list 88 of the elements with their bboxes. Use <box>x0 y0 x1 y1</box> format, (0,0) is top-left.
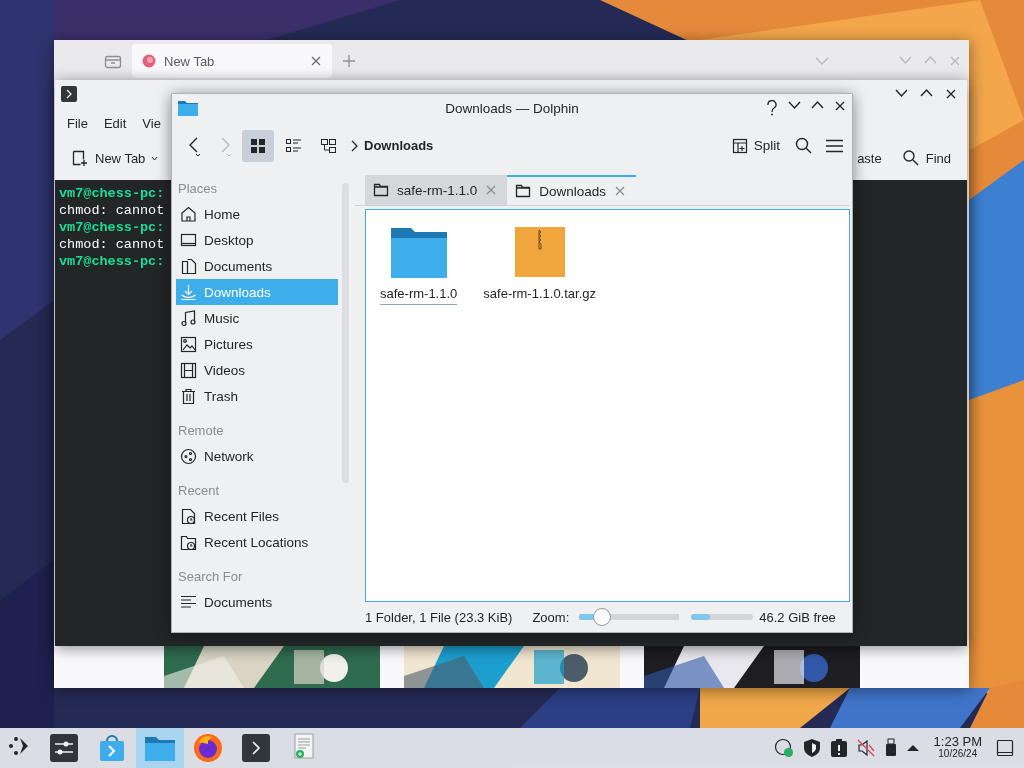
home-icon <box>180 205 197 223</box>
archive-icon <box>513 224 566 280</box>
search-icon <box>901 149 920 167</box>
shield-icon[interactable] <box>801 738 822 758</box>
picture-icon <box>180 335 197 353</box>
sidebar-item[interactable]: Documents <box>176 253 338 279</box>
help-icon[interactable] <box>766 100 778 116</box>
folder-icon <box>515 183 532 199</box>
shell-prompt: vm7@chess-pc: <box>59 219 165 236</box>
terminal-icon <box>61 86 77 102</box>
details-view-icon <box>285 137 301 154</box>
tree-view-icon <box>320 137 336 154</box>
clock-time[interactable]: 1:23 PM <box>933 736 982 748</box>
archive-entry[interactable]: safe-rm-1.1.0.tar.gz <box>481 222 599 306</box>
sidebar-item[interactable]: Trash <box>176 383 338 409</box>
section-header: Search For <box>177 568 244 586</box>
browser-tab[interactable]: New Tab <box>132 44 332 78</box>
network-icon[interactable] <box>773 738 794 758</box>
split-view-icon <box>731 137 748 154</box>
music-icon <box>180 309 197 327</box>
network-icon <box>180 447 197 465</box>
terminal-output: chmod: cannot <box>59 202 165 219</box>
document-icon <box>180 257 197 275</box>
fox-icon <box>142 54 156 68</box>
download-icon <box>180 283 197 301</box>
desktop-icon <box>180 231 197 249</box>
show-desktop-icon[interactable] <box>996 739 1014 757</box>
menu-item[interactable]: Edit <box>95 115 135 131</box>
minimize-icon[interactable] <box>895 88 908 98</box>
sidebar-item[interactable]: Network <box>176 443 338 469</box>
expand-tray-icon[interactable] <box>905 743 920 753</box>
close-icon[interactable] <box>834 100 846 112</box>
window-title: Downloads — Dolphin <box>445 100 579 116</box>
clock-date[interactable]: 10/26/24 <box>938 748 978 760</box>
terminal-icon <box>241 733 271 763</box>
settings-icon <box>49 733 79 763</box>
menu-item[interactable]: Vie <box>134 115 169 131</box>
split-button[interactable]: Split <box>725 133 786 158</box>
menu-icon <box>825 138 843 153</box>
slider-handle[interactable] <box>593 608 612 626</box>
chevron-right-icon <box>351 139 358 152</box>
clipboard-icon[interactable] <box>829 738 848 758</box>
terminal-output: chmod: cannot <box>59 236 165 253</box>
maximize-icon[interactable] <box>811 100 824 110</box>
section-header: Places <box>177 180 219 198</box>
close-icon[interactable] <box>945 88 957 100</box>
disk-space-bar <box>691 614 754 620</box>
folder-icon <box>178 100 198 116</box>
folder-entry[interactable]: safe-rm-1.1.0 <box>378 222 460 307</box>
trash-icon <box>180 387 197 405</box>
zoom-label: Zoom: <box>532 609 570 625</box>
fox-icon <box>193 733 223 763</box>
toolbar-button[interactable]: Find <box>895 145 957 171</box>
menu-item[interactable]: File <box>59 115 96 131</box>
recent-folder-icon <box>180 533 197 551</box>
folder-icon <box>373 182 389 198</box>
bag-icon <box>97 733 127 763</box>
shell-prompt: vm7@chess-pc: <box>59 185 165 202</box>
toolbar-button[interactable]: aste <box>851 146 888 170</box>
tab[interactable]: safe-rm-1.1.0 <box>365 175 508 205</box>
breadcrumb[interactable]: Downloads <box>351 138 434 153</box>
sidebar-item[interactable]: Home <box>176 201 338 227</box>
film-icon <box>180 361 197 379</box>
section-header: Remote <box>177 422 225 440</box>
usb-drive-icon[interactable] <box>883 738 898 758</box>
section-header: Recent <box>177 482 221 500</box>
sidebar-item[interactable]: Pictures <box>176 331 338 357</box>
sidebar-item[interactable]: Recent Locations <box>176 529 338 555</box>
status-text: 1 Folder, 1 File (23.3 KiB) <box>365 609 513 625</box>
view-mode-button[interactable] <box>242 129 274 162</box>
toolbar-button[interactable]: New Tab <box>65 145 165 171</box>
recent-file-icon <box>180 507 197 525</box>
text-lines-icon <box>180 593 197 611</box>
sidebar-item[interactable]: Recent Files <box>176 503 338 529</box>
icons-view-icon <box>250 137 266 154</box>
shell-prompt: vm7@chess-pc: <box>59 253 165 270</box>
search-icon <box>794 137 812 154</box>
sidebar-item[interactable]: Documents <box>176 589 338 615</box>
free-space-text: 46.2 GiB free <box>759 609 836 625</box>
sidebar-item[interactable]: Videos <box>176 357 338 383</box>
minimize-icon[interactable] <box>788 100 801 110</box>
muted-speaker-icon[interactable] <box>855 738 876 758</box>
sidebar-item[interactable]: Music <box>176 305 338 331</box>
sidebar-item[interactable]: Desktop <box>176 227 338 253</box>
tab-list-icon[interactable] <box>104 53 122 69</box>
caret-icon <box>151 155 159 161</box>
new-tab-icon <box>71 149 89 167</box>
maximize-icon[interactable] <box>920 88 933 98</box>
